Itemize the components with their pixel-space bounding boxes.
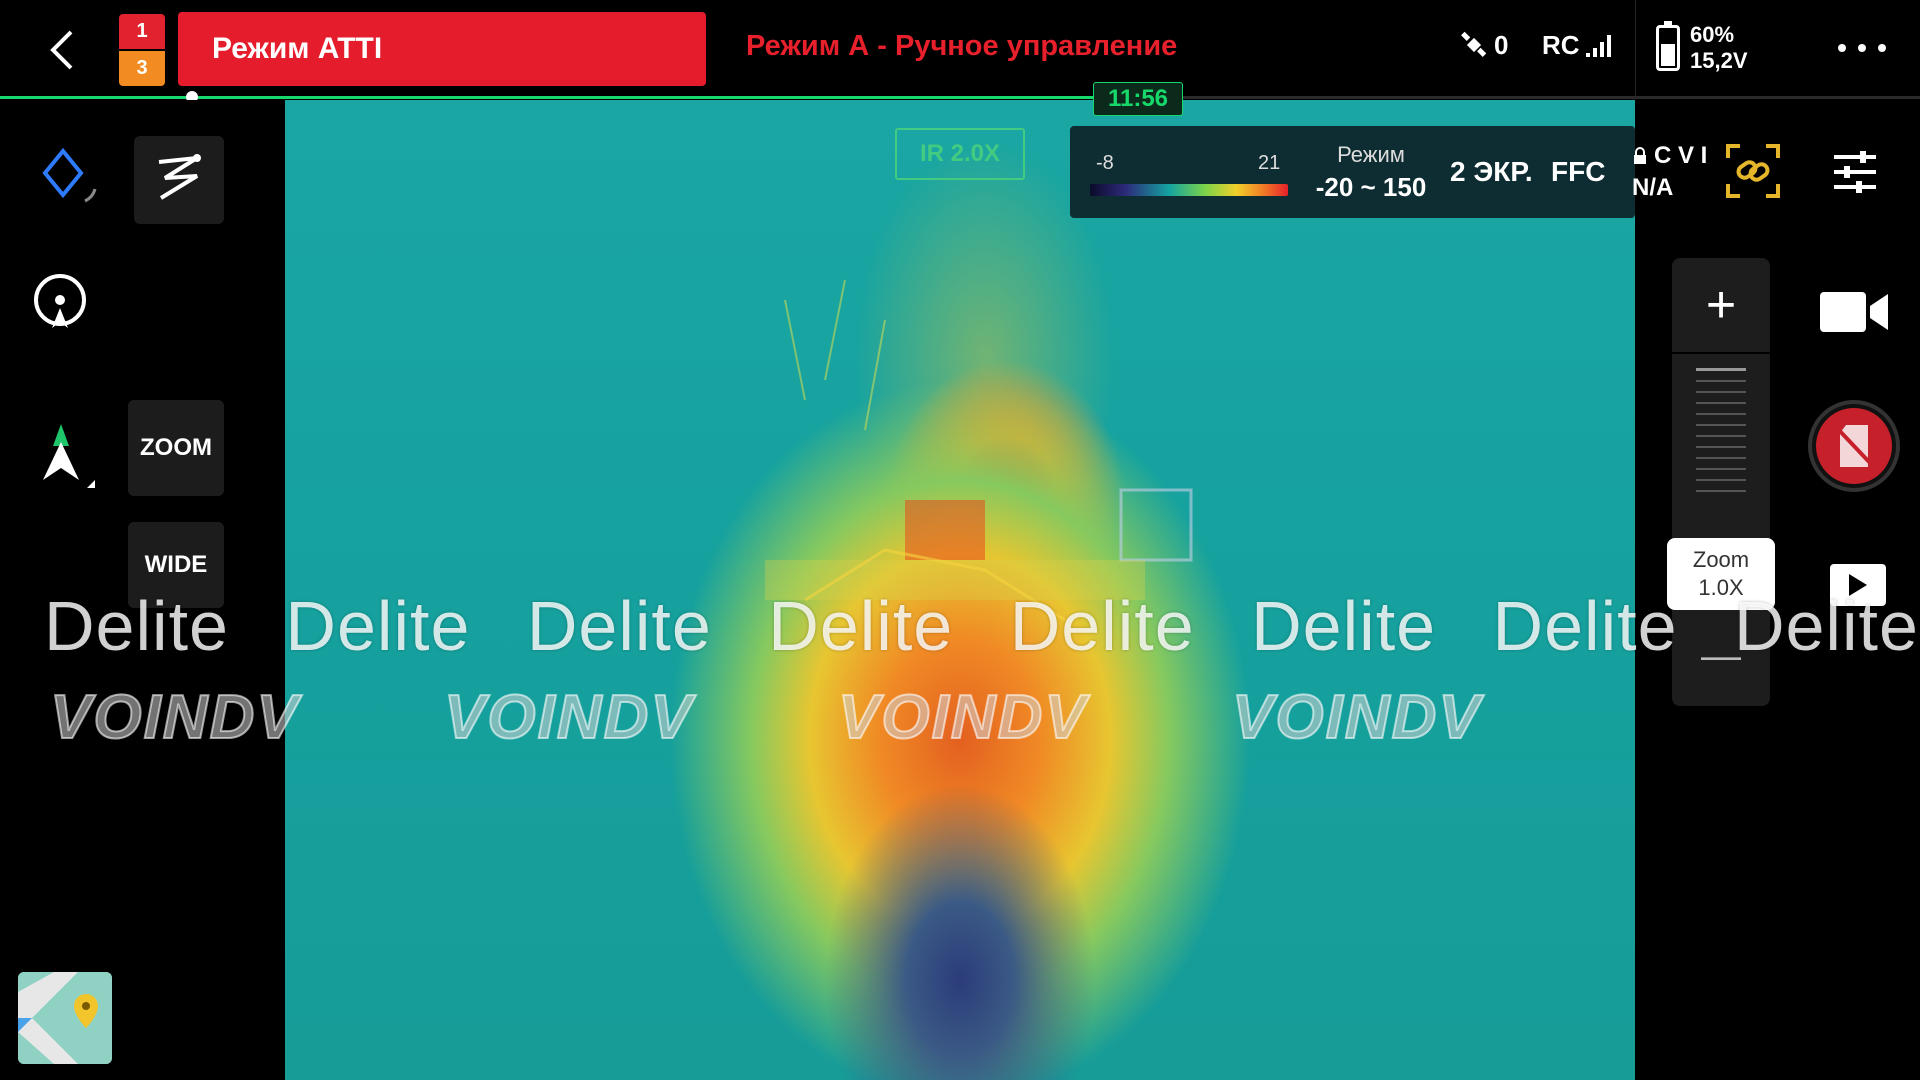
top-bar: 1 3 Режим ATTI Режим А - Ручное управлен… xyxy=(0,0,1920,96)
battery-percent: 60% xyxy=(1690,22,1735,47)
satellite-indicator[interactable]: 0 xyxy=(1460,30,1508,61)
sliders-icon xyxy=(1834,151,1876,193)
watermark-logo: VOINDV xyxy=(837,682,1088,753)
cvi-label: C V I xyxy=(1654,142,1708,169)
warning-counter[interactable]: 1 3 xyxy=(119,14,165,86)
watermark-logo: VOINDV xyxy=(443,682,694,753)
rc-label: RC xyxy=(1542,30,1580,60)
flight-route-button[interactable] xyxy=(134,136,224,224)
battery-level-fill xyxy=(1661,44,1675,66)
range-mode-value: -20 ~ 150 xyxy=(1315,172,1427,202)
satellite-icon xyxy=(1461,31,1487,57)
zoom-camera-button[interactable]: ZOOM xyxy=(128,400,224,496)
home-point-icon xyxy=(34,274,86,328)
timeline-remaining xyxy=(1097,96,1920,99)
divider xyxy=(1635,0,1636,96)
zoom-in-button[interactable]: + xyxy=(1672,258,1770,354)
drone-route-icon xyxy=(158,154,201,200)
timeline-progress xyxy=(0,96,1097,99)
video-mode-button[interactable] xyxy=(1818,286,1890,338)
watermark-logo: VOINDV xyxy=(49,682,300,753)
navigation-arrow-icon xyxy=(43,424,95,488)
battery-icon xyxy=(1656,21,1680,71)
palette-max-temp: 21 xyxy=(1258,152,1281,174)
link-chain-icon xyxy=(1726,144,1780,198)
flight-mode-banner[interactable]: Режим ATTI xyxy=(178,12,706,86)
more-options-button[interactable] xyxy=(1838,30,1886,66)
ffc-button[interactable]: FFC xyxy=(1551,156,1605,188)
flight-mode-description: Режим А - Ручное управление xyxy=(746,30,1178,62)
chevron-left-icon xyxy=(50,30,73,70)
no-sd-card-icon xyxy=(1834,425,1874,467)
camera-link-button[interactable] xyxy=(1722,140,1784,202)
signal-bars-icon xyxy=(1585,34,1611,57)
camera-settings-button[interactable] xyxy=(1827,146,1883,198)
zoom-scale xyxy=(1696,368,1746,501)
diamond-radar-icon xyxy=(42,147,97,203)
battery-voltage: 15,2V xyxy=(1690,48,1748,73)
video-camera-icon xyxy=(1820,292,1888,332)
flight-time: 11:56 xyxy=(1093,82,1183,116)
range-mode-label: Режим xyxy=(1337,142,1405,167)
screen-mode-button[interactable]: 2 ЭКР. xyxy=(1450,156,1533,188)
satellite-count: 0 xyxy=(1494,30,1509,60)
heading-indicator[interactable] xyxy=(26,418,102,492)
more-dots-icon xyxy=(1838,44,1846,52)
temperature-range-selector[interactable]: Режим -20 ~ 150 xyxy=(1306,142,1436,203)
return-home-button[interactable] xyxy=(26,270,94,338)
record-shutter-button[interactable] xyxy=(1808,400,1900,492)
watermark-logo: VOINDV xyxy=(1231,682,1482,753)
back-button[interactable] xyxy=(38,22,86,78)
watermark-text: Delite Delite Delite Delite Delite Delit… xyxy=(44,587,1919,665)
warning-count-minor: 3 xyxy=(119,51,165,86)
map-icon xyxy=(18,972,112,1064)
rc-signal-indicator[interactable]: RC xyxy=(1542,30,1611,61)
warning-count-critical: 1 xyxy=(119,14,165,49)
color-palette-bar[interactable] xyxy=(1090,184,1288,196)
lock-icon xyxy=(1634,147,1646,164)
cvi-indicator[interactable]: C V I N/A xyxy=(1632,140,1707,204)
thermal-control-panel: -8 21 Режим -20 ~ 150 2 ЭКР. FFC xyxy=(1070,126,1635,218)
map-thumbnail[interactable] xyxy=(18,972,112,1064)
cvi-value: N/A xyxy=(1632,174,1674,201)
zoom-readout-label: Zoom xyxy=(1692,547,1750,572)
battery-indicator[interactable]: 60% 15,2V xyxy=(1656,21,1748,74)
obstacle-sensing-button[interactable] xyxy=(30,140,110,220)
palette-min-temp: -8 xyxy=(1096,152,1114,174)
